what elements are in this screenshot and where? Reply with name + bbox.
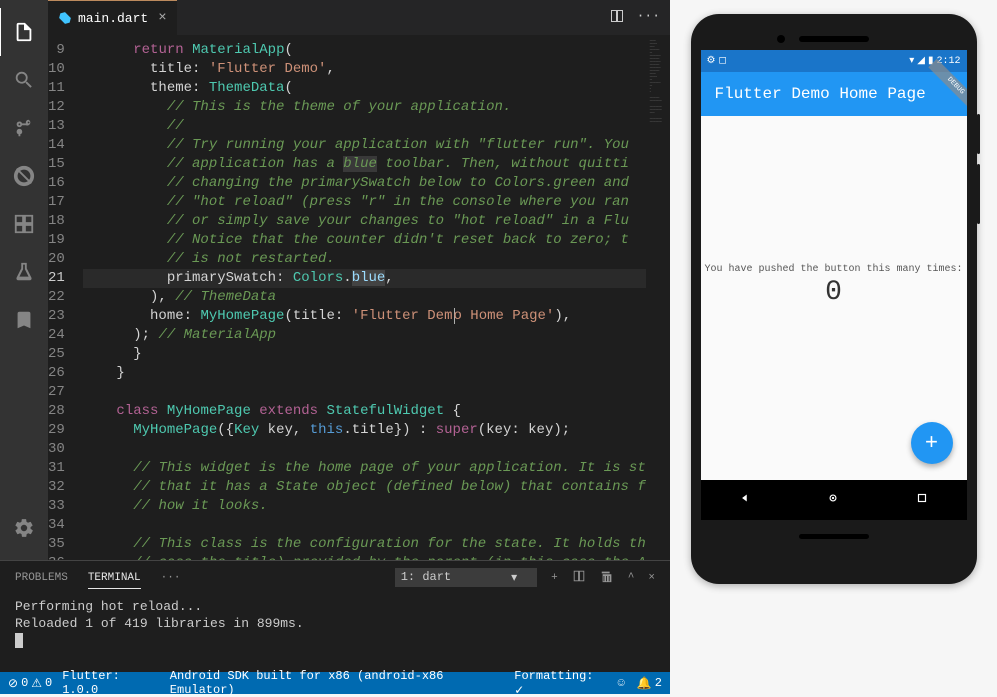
- new-terminal-icon[interactable]: +: [551, 572, 558, 584]
- android-nav-bar: [701, 480, 967, 520]
- fab-button[interactable]: +: [911, 422, 953, 464]
- tab-main-dart[interactable]: main.dart ×: [48, 0, 177, 35]
- vscode-window: main.dart × ··· 910111213141516171819202…: [0, 0, 670, 694]
- editor-top-area: main.dart × ··· 910111213141516171819202…: [0, 0, 670, 560]
- close-panel-icon[interactable]: ×: [648, 572, 655, 584]
- search-icon[interactable]: [0, 56, 48, 104]
- extensions-icon[interactable]: [0, 200, 48, 248]
- terminal-selector[interactable]: 1: dart ▾: [395, 568, 537, 587]
- panel-tab-terminal[interactable]: TERMINAL: [88, 572, 141, 589]
- line-gutter: 9101112131415161718192021222324252627282…: [48, 35, 83, 560]
- terminal-output[interactable]: Performing hot reload...Reloaded 1 of 41…: [0, 594, 670, 672]
- status-bell[interactable]: 🔔2: [637, 676, 662, 691]
- split-terminal-icon[interactable]: [572, 569, 586, 587]
- source-control-icon[interactable]: [0, 104, 48, 152]
- app-bar: Flutter Demo Home Page DEBUG: [701, 72, 967, 116]
- code-content[interactable]: return MaterialApp( title: 'Flutter Demo…: [83, 35, 646, 560]
- emulator-pane: ⚙ ◻ ▾ ◢ ▮ 2:12 Flutter Demo Home Page DE…: [670, 0, 997, 694]
- dart-file-icon: [58, 11, 72, 25]
- more-icon[interactable]: ···: [637, 8, 660, 28]
- status-bar: ⊘0 ⚠0 Flutter: 1.0.0 Android SDK built f…: [0, 672, 670, 694]
- panel-tabs: PROBLEMS TERMINAL ··· 1: dart ▾ + ^ ×: [0, 561, 670, 594]
- status-errors[interactable]: ⊘0 ⚠0: [8, 676, 52, 691]
- close-icon[interactable]: ×: [158, 10, 166, 26]
- phone-power-button: [977, 114, 980, 154]
- status-feedback-icon[interactable]: ☺: [618, 676, 625, 690]
- nav-back-icon[interactable]: [738, 491, 752, 509]
- kill-terminal-icon[interactable]: [600, 569, 614, 587]
- bottom-panel: PROBLEMS TERMINAL ··· 1: dart ▾ + ^ × Pe…: [0, 560, 670, 672]
- activity-bar: [0, 0, 48, 560]
- debug-icon[interactable]: [0, 152, 48, 200]
- tab-bar: main.dart × ···: [48, 0, 670, 35]
- app-title: Flutter Demo Home Page: [715, 85, 926, 103]
- bookmark-icon[interactable]: [0, 296, 48, 344]
- panel-tab-problems[interactable]: PROBLEMS: [15, 572, 68, 584]
- phone-volume-button: [977, 164, 980, 224]
- status-formatting[interactable]: Formatting: ✓: [514, 669, 607, 697]
- square-status-icon: ◻: [718, 55, 726, 67]
- status-device[interactable]: Android SDK built for x86 (android-x86 E…: [170, 669, 504, 697]
- minimap[interactable]: ▬▬▬▬▬▬▬▬▬▬▬▬▬▬▬▬▬▬▬▬▬▬▬▬▬▬▬▬▬▬▬▬▬▬▬▬▬▬▬▬…: [646, 35, 670, 560]
- nav-home-icon[interactable]: [826, 491, 840, 509]
- phone-screen[interactable]: ⚙ ◻ ▾ ◢ ▮ 2:12 Flutter Demo Home Page DE…: [701, 50, 967, 520]
- explorer-icon[interactable]: [0, 8, 47, 56]
- maximize-panel-icon[interactable]: ^: [628, 572, 635, 584]
- phone-chin: [799, 534, 869, 539]
- phone-frame: ⚙ ◻ ▾ ◢ ▮ 2:12 Flutter Demo Home Page DE…: [691, 14, 977, 584]
- settings-status-icon: ⚙: [707, 55, 716, 67]
- panel-tab-more[interactable]: ···: [161, 572, 181, 584]
- split-editor-icon[interactable]: [609, 8, 625, 28]
- signal-icon: ◢: [917, 55, 925, 67]
- flask-icon[interactable]: [0, 248, 48, 296]
- settings-icon[interactable]: [0, 504, 48, 552]
- tab-filename: main.dart: [78, 11, 148, 26]
- editor-area: main.dart × ··· 910111213141516171819202…: [48, 0, 670, 560]
- counter-label: You have pushed the button this many tim…: [704, 264, 962, 275]
- wifi-icon: ▾: [909, 55, 914, 67]
- plus-icon: +: [925, 431, 938, 456]
- status-flutter[interactable]: Flutter: 1.0.0: [62, 669, 160, 697]
- android-status-bar: ⚙ ◻ ▾ ◢ ▮ 2:12: [701, 50, 967, 72]
- counter-value: 0: [825, 277, 842, 308]
- app-body: You have pushed the button this many tim…: [701, 116, 967, 456]
- phone-speaker: [799, 36, 869, 42]
- nav-recents-icon[interactable]: [915, 491, 929, 509]
- code-editor[interactable]: 9101112131415161718192021222324252627282…: [48, 35, 670, 560]
